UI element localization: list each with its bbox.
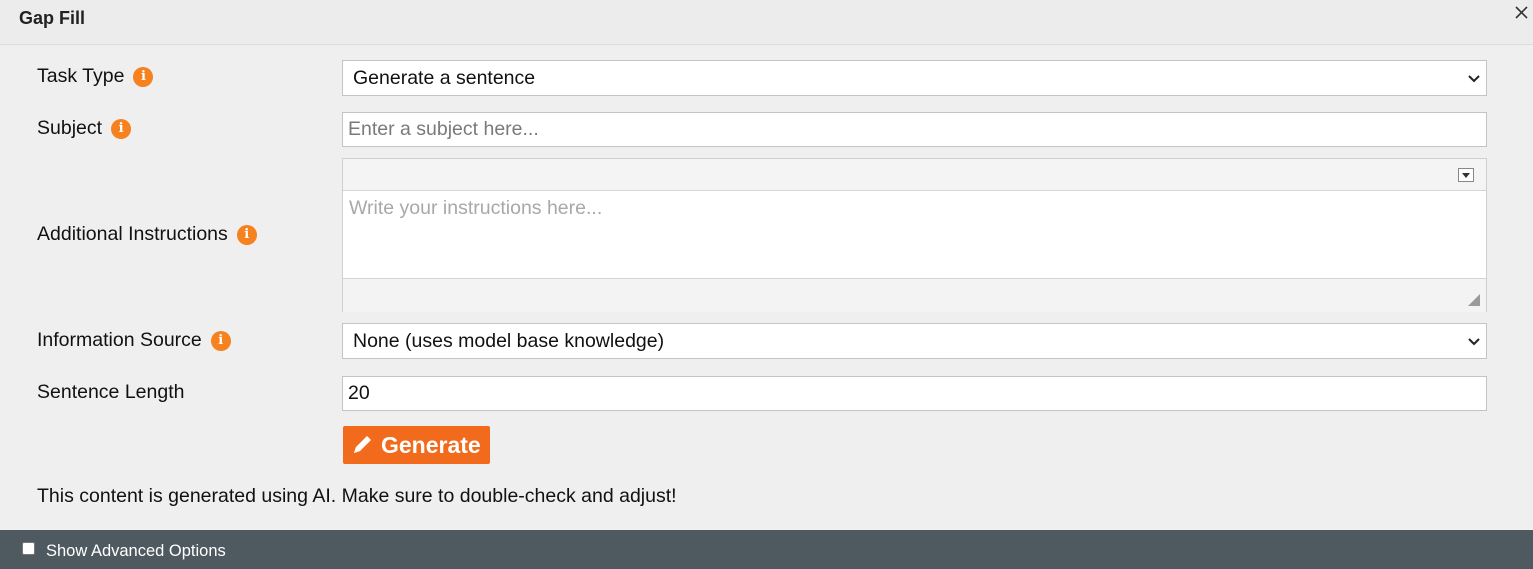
subject-input[interactable]: Enter a subject here... (342, 112, 1487, 147)
info-icon[interactable]: i (210, 330, 231, 351)
sentence-length-value: 20 (348, 382, 370, 404)
instructions-label: Additional Instructions (37, 223, 228, 245)
information-source-label: Information Source (37, 329, 202, 351)
chevron-down-icon (1468, 75, 1480, 83)
toolbar-dropdown-icon[interactable] (1458, 168, 1474, 182)
close-icon[interactable] (1510, 1, 1532, 23)
pencil-icon (354, 436, 371, 453)
ai-notice: This content is generated using AI. Make… (37, 485, 677, 507)
info-icon[interactable]: i (236, 224, 257, 245)
dialog-titlebar: Gap Fill (0, 0, 1533, 45)
editor-toolbar (343, 159, 1486, 191)
sentence-length-label-row: Sentence Length (37, 381, 184, 404)
instructions-placeholder: Write your instructions here... (349, 197, 603, 219)
editor-statusbar (343, 279, 1486, 312)
advanced-options-checkbox[interactable] (22, 542, 35, 555)
sentence-length-label: Sentence Length (37, 381, 185, 403)
advanced-options-label[interactable]: Show Advanced Options (46, 542, 226, 561)
information-source-label-row: Information Source i (37, 329, 231, 352)
advanced-options-bar: Show Advanced Options (0, 530, 1533, 569)
instructions-textarea[interactable]: Write your instructions here... (343, 191, 1486, 279)
gap-fill-dialog: Gap Fill Task Type i Generate a sentence… (0, 0, 1533, 569)
info-icon[interactable]: i (133, 66, 154, 87)
task-type-select[interactable]: Generate a sentence (342, 60, 1487, 96)
resize-grip-icon[interactable] (1468, 294, 1480, 306)
information-source-value: None (uses model base knowledge) (353, 329, 665, 352)
info-icon[interactable]: i (111, 118, 132, 139)
subject-label-row: Subject i (37, 117, 132, 140)
task-type-value: Generate a sentence (353, 66, 536, 89)
instructions-editor: Write your instructions here... (342, 158, 1487, 312)
instructions-label-row: Additional Instructions i (37, 223, 257, 246)
dialog-title: Gap Fill (19, 8, 86, 28)
information-source-select[interactable]: None (uses model base knowledge) (342, 323, 1487, 359)
sentence-length-input[interactable]: 20 (342, 376, 1487, 411)
task-type-label: Task Type (37, 65, 125, 87)
subject-placeholder: Enter a subject here... (348, 118, 539, 140)
generate-label: Generate (381, 431, 481, 458)
task-type-label-row: Task Type i (37, 65, 154, 88)
generate-button[interactable]: Generate (343, 426, 490, 464)
chevron-down-icon (1468, 338, 1480, 346)
subject-label: Subject (37, 117, 103, 139)
